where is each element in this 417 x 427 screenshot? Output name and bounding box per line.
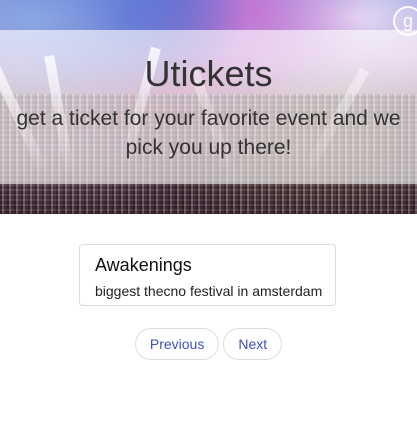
hero-banner: Utickets get a ticket for your favorite … [0,0,417,214]
page-title: Utickets [144,53,273,94]
event-description: biggest thecno festival in amsterdam [95,283,323,299]
pagination: Previous Next [0,328,417,360]
previous-button[interactable]: Previous [134,328,220,360]
user-avatar-icon[interactable]: g [393,6,417,36]
page-subtitle: get a ticket for your favorite event and… [16,107,401,159]
hero-overlay: Utickets get a ticket for your favorite … [0,30,417,184]
next-button[interactable]: Next [223,328,283,360]
event-title: Awakenings [95,255,192,275]
event-card[interactable]: Awakenings biggest thecno festival in am… [79,244,336,306]
